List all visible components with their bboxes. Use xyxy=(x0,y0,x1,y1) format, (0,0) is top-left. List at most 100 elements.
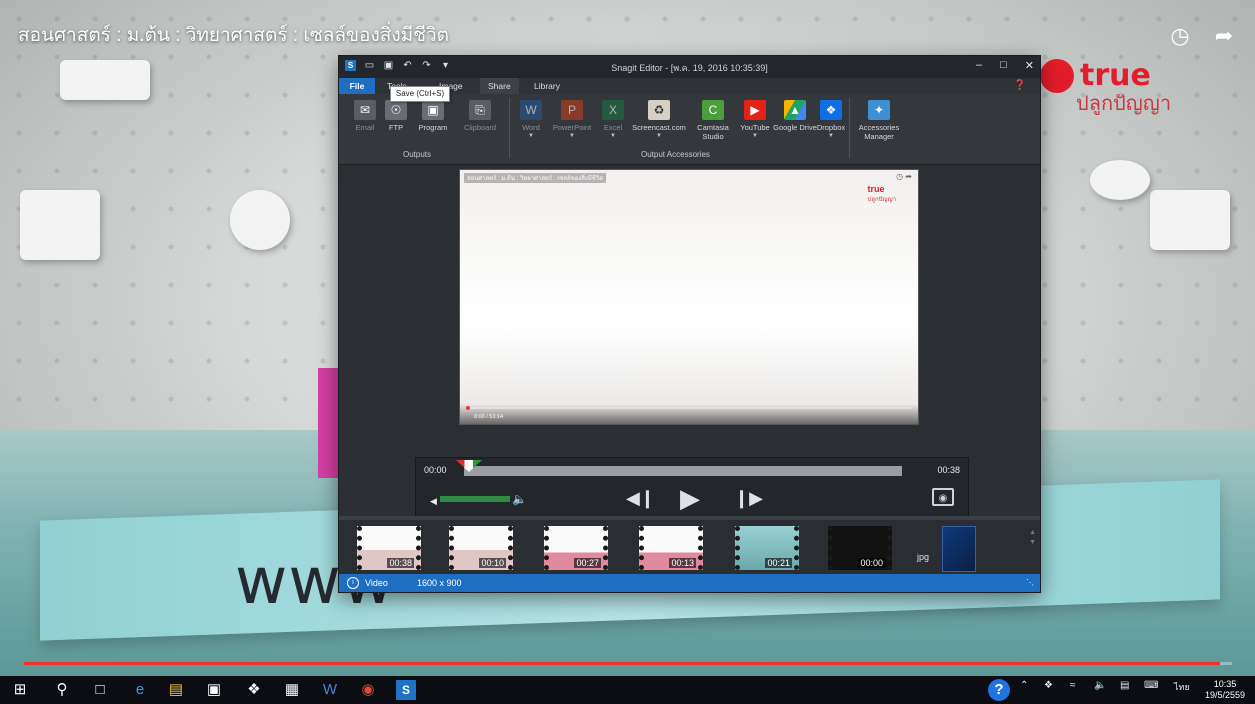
tray-thumbnail[interactable]: 00:10 xyxy=(449,526,513,570)
volume-left-handle-icon[interactable]: ◀ xyxy=(430,496,437,507)
puzzle-icon: ✦ xyxy=(868,100,890,120)
show-hidden-icons-icon[interactable]: ⌃ xyxy=(1020,680,1028,691)
camtasia-icon: C xyxy=(702,100,724,120)
house-decor xyxy=(20,190,100,260)
tray-thumbnail[interactable]: 00:38 xyxy=(357,526,421,570)
thumbnail-duration: 00:13 xyxy=(669,558,696,568)
store-icon[interactable]: ▣ xyxy=(204,680,224,700)
brand-logo: true ปลูกปัญญา xyxy=(1040,58,1210,119)
title-bar[interactable]: S ▭ ▣ ↶ ↷ ▾ Snagit Editor - [พ.ค. 19, 20… xyxy=(339,56,1040,78)
play-icon[interactable]: ▶ xyxy=(680,483,700,514)
tray-thumbnail[interactable]: 00:27 xyxy=(544,526,608,570)
thumbnail-duration: 00:00 xyxy=(858,558,885,568)
calculator-icon[interactable]: ▦ xyxy=(282,680,302,700)
video-progress-fill xyxy=(24,662,1220,665)
tab-share[interactable]: Share xyxy=(480,78,519,94)
program-button[interactable]: ▣ Program xyxy=(407,100,459,132)
video-title[interactable]: สอนศาสตร์ : ม.ต้น : วิทยาศาสตร์ : เซลล์ข… xyxy=(18,20,449,50)
share-ribbon: ✉ Email ☉ FTP ▣ Program ⎘ Clipboard Outp… xyxy=(339,94,1040,165)
dropbox-icon[interactable]: ❖ xyxy=(244,680,264,700)
volume-icon[interactable]: 🔈 xyxy=(1094,680,1106,691)
timeline-scrubber[interactable] xyxy=(456,460,902,476)
tray-thumbnail[interactable]: 00:00 xyxy=(828,526,892,570)
search-icon[interactable]: ⚲ xyxy=(52,680,72,700)
watch-later-icon[interactable]: ◷ xyxy=(1168,24,1192,48)
help-icon[interactable]: ❓ xyxy=(1014,80,1026,91)
dropbox-tray-icon[interactable]: ❖ xyxy=(1044,680,1053,691)
thumbnail-duration: 00:10 xyxy=(479,558,506,568)
ukulele-decor xyxy=(230,190,290,250)
youtube-label: YouTube xyxy=(740,123,770,132)
info-icon[interactable]: i xyxy=(347,577,359,589)
screencast-icon: ♻ xyxy=(648,100,670,120)
video-progress[interactable] xyxy=(24,662,1232,665)
edge-icon[interactable]: e xyxy=(130,680,150,700)
brand-mark-icon xyxy=(1040,58,1074,93)
chrome-icon[interactable]: ◉ xyxy=(358,680,378,700)
window-controls: – □ ✕ xyxy=(976,59,1034,72)
clock[interactable]: 10:35 19/5/2559 xyxy=(1205,679,1245,701)
captured-video-frame[interactable]: สอนศาสตร์ : ม.ต้น : วิทยาศาสตร์ : เซลล์ข… xyxy=(460,170,918,424)
camtasia-label: Camtasia Studio xyxy=(697,123,729,141)
help-icon[interactable]: ? xyxy=(988,679,1010,701)
jpg-thumbnail[interactable] xyxy=(942,526,976,572)
capture-brand: true ปลูกปัญญา xyxy=(867,184,896,204)
ribbon-separator xyxy=(849,98,850,158)
tab-file[interactable]: File xyxy=(339,78,375,94)
status-dimensions: 1600 x 900 xyxy=(417,578,462,588)
tab-library[interactable]: Library xyxy=(526,78,568,94)
status-kind: Video xyxy=(365,578,388,588)
ball-decor xyxy=(1090,160,1150,200)
file-explorer-icon[interactable]: ▤ xyxy=(166,680,186,700)
tray-scroll-icon[interactable]: ▲ ▼ xyxy=(1029,528,1036,548)
save-tooltip: Save (Ctrl+S) xyxy=(390,86,450,102)
save-frame-camera-icon[interactable]: ◉ xyxy=(932,488,954,506)
maximize-icon[interactable]: □ xyxy=(1000,59,1007,72)
word-icon[interactable]: W xyxy=(320,680,340,700)
taskbar: ⊞ ⚲ □ e ▤ ▣ ❖ ▦ W ◉ S ? ⌃ ❖ ≈ 🔈 ▤ ⌨ ไทย … xyxy=(0,676,1255,704)
program-label: Program xyxy=(418,123,448,132)
snagit-icon[interactable]: S xyxy=(396,680,416,700)
ftp-label: FTP xyxy=(388,123,404,132)
word-label: Word xyxy=(522,123,540,132)
language-indicator[interactable]: ไทย xyxy=(1174,680,1190,694)
boat-decor xyxy=(1150,190,1230,250)
snagit-editor-window[interactable]: S ▭ ▣ ↶ ↷ ▾ Snagit Editor - [พ.ค. 19, 20… xyxy=(339,56,1040,592)
playhead-marker[interactable] xyxy=(456,460,482,472)
time-end: 00:38 xyxy=(937,465,960,475)
notifications-icon[interactable]: ▤ xyxy=(1120,680,1129,691)
start-icon[interactable]: ⊞ xyxy=(10,680,30,700)
capture-title: สอนศาสตร์ : ม.ต้น : วิทยาศาสตร์ : เซลล์ข… xyxy=(464,173,607,183)
task-view-icon[interactable]: □ xyxy=(90,680,110,700)
accessories-manager-label: Accessories Manager xyxy=(858,123,900,141)
tray-thumbnail[interactable]: 00:13 xyxy=(639,526,703,570)
previous-frame-icon[interactable]: ◀❙ xyxy=(626,488,655,509)
excel-label: Excel xyxy=(603,123,623,132)
next-frame-icon[interactable]: ❙▶ xyxy=(734,488,763,509)
status-bar: i Video 1600 x 900 ⋱ xyxy=(339,574,1040,592)
wifi-icon[interactable]: ≈ xyxy=(1070,680,1076,691)
clock-time: 10:35 xyxy=(1213,679,1237,689)
chevron-down-icon: ▼ xyxy=(656,133,662,139)
keyboard-icon[interactable]: ⌨ xyxy=(1144,680,1158,691)
youtube-icon: ▶ xyxy=(744,100,766,120)
capture-controls: 0:00 / 53:14 xyxy=(460,404,918,424)
close-icon[interactable]: ✕ xyxy=(1025,59,1034,72)
minimize-icon[interactable]: – xyxy=(976,59,982,72)
clipboard-icon: ⎘ xyxy=(469,100,491,120)
toy-decor xyxy=(60,60,150,100)
editor-canvas[interactable]: สอนศาสตร์ : ม.ต้น : วิทยาศาสตร์ : เซลล์ข… xyxy=(339,165,1040,457)
tray-thumbnail[interactable]: 00:21 xyxy=(735,526,799,570)
accessories-manager-button[interactable]: ✦ Accessories Manager xyxy=(851,100,907,141)
thumbnail-duration: 00:38 xyxy=(387,558,414,568)
share-icon[interactable]: ➦ xyxy=(1212,24,1236,48)
word-icon: W xyxy=(520,100,542,120)
outputs-group-label: Outputs xyxy=(403,150,432,159)
speaker-icon[interactable]: 🔈 xyxy=(512,492,527,506)
clipboard-button[interactable]: ⎘ Clipboard xyxy=(454,100,506,132)
resize-grip-icon[interactable]: ⋱ xyxy=(1026,574,1034,592)
screencast-button[interactable]: ♻ Screencast.com ▼ xyxy=(629,100,689,139)
globe-icon: ☉ xyxy=(385,100,407,120)
volume-slider[interactable] xyxy=(440,496,510,502)
window-title: Snagit Editor - [พ.ค. 19, 2016 10:35:39] xyxy=(611,63,768,73)
